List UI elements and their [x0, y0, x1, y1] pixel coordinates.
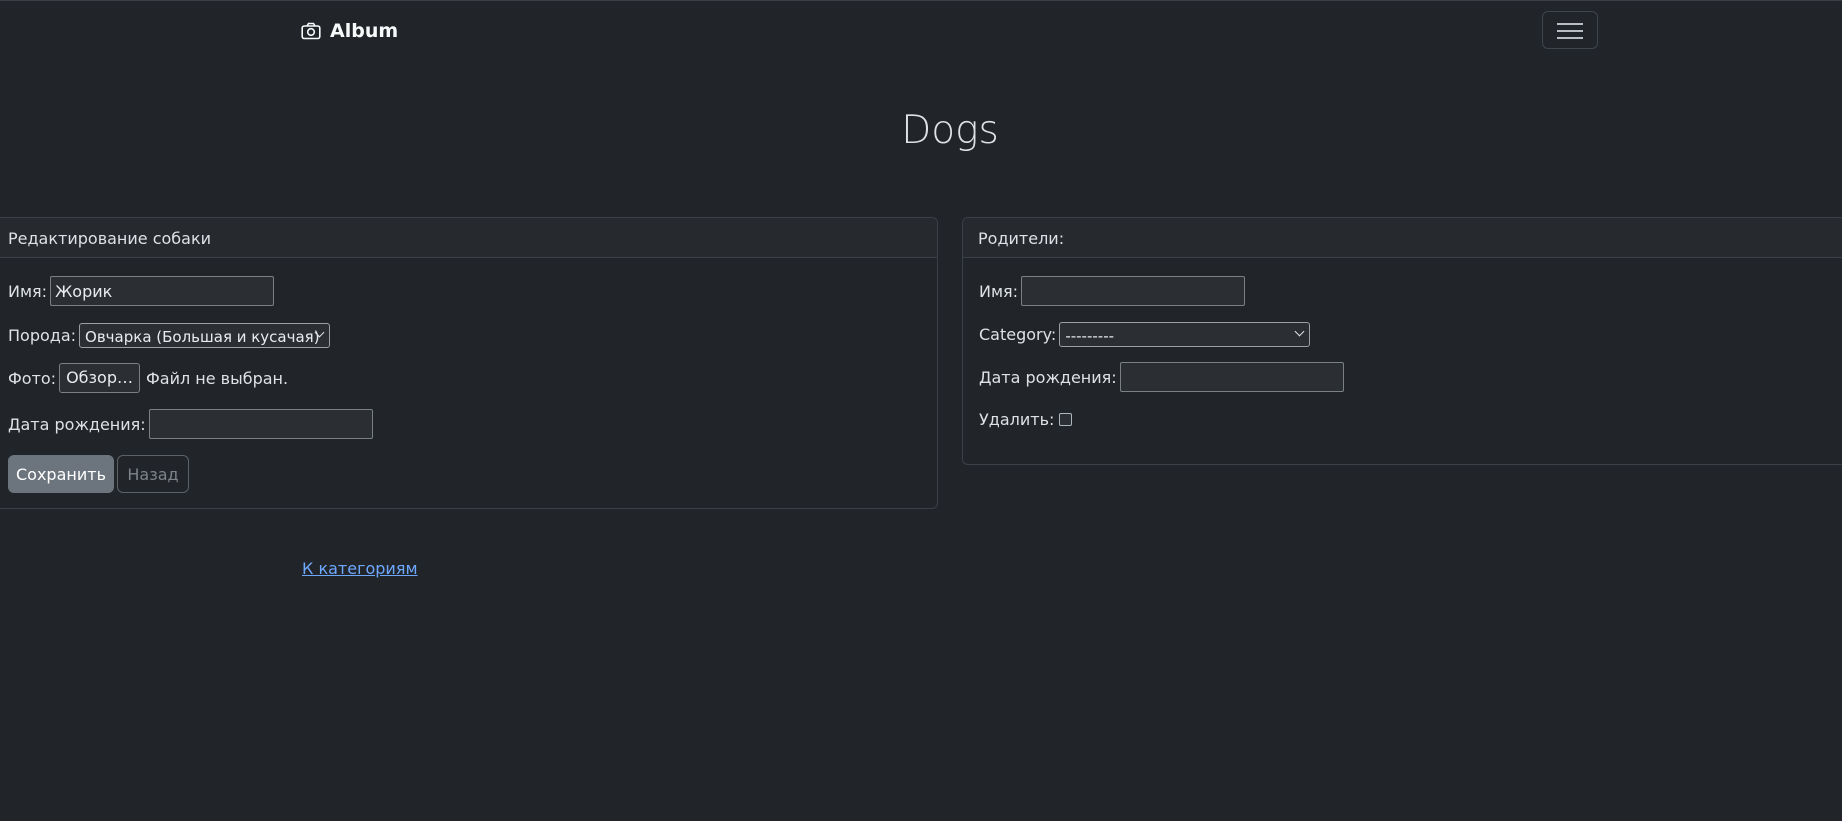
brand-label: Album	[330, 20, 399, 42]
category-select[interactable]: ---------	[1059, 322, 1311, 347]
breed-row: Порода: Овчарка (Большая и кусачая)	[8, 323, 331, 348]
category-selected-value: ---------	[1065, 326, 1115, 345]
photo-status: Файл не выбран.	[145, 368, 289, 388]
edit-dog-card: Редактирование собаки Имя: Порода: Овчар…	[0, 217, 938, 509]
breed-label: Порода:	[8, 326, 77, 345]
category-label: Category:	[979, 325, 1057, 344]
name-input[interactable]	[50, 276, 275, 306]
page-title: Dogs	[901, 108, 999, 153]
categories-link[interactable]: К категориям	[302, 559, 418, 578]
parents-card: Родители: Имя: Category: --------- Дата …	[962, 217, 1842, 465]
photo-row: Фото: Обзор… Файл не выбран.	[8, 363, 288, 393]
parent-name-label: Имя:	[979, 281, 1019, 301]
name-row: Имя:	[8, 276, 275, 306]
navbar-toggler-button[interactable]	[1542, 11, 1598, 49]
parent-name-row: Имя:	[979, 276, 1246, 306]
edit-dog-card-header: Редактирование собаки	[0, 218, 937, 258]
delete-row: Удалить:	[979, 410, 1073, 429]
category-row: Category: ---------	[979, 322, 1311, 347]
birth-date-input[interactable]	[148, 409, 373, 439]
delete-checkbox[interactable]	[1059, 413, 1073, 426]
name-label: Имя:	[8, 281, 48, 301]
parent-birth-date-label: Дата рождения:	[979, 367, 1117, 387]
save-button[interactable]: Сохранить	[8, 455, 114, 493]
parents-card-header: Родители:	[963, 218, 1842, 258]
delete-label: Удалить:	[979, 410, 1055, 429]
parent-birth-date-row: Дата рождения:	[979, 362, 1344, 392]
parent-birth-date-input[interactable]	[1119, 362, 1344, 392]
chevron-down-icon	[1294, 326, 1305, 337]
parent-name-input[interactable]	[1021, 276, 1246, 306]
photo-label: Фото:	[8, 368, 57, 388]
birth-date-label: Дата рождения:	[8, 414, 146, 434]
brand-link[interactable]: Album	[301, 18, 398, 44]
navbar: Album	[0, 0, 1842, 59]
birth-date-row: Дата рождения:	[8, 409, 373, 439]
breed-select[interactable]: Овчарка (Большая и кусачая)	[79, 323, 331, 348]
breed-selected-value: Овчарка (Большая и кусачая)	[85, 327, 320, 346]
back-button[interactable]: Назад	[117, 455, 189, 493]
photo-browse-button[interactable]: Обзор…	[59, 363, 140, 393]
camera-icon	[301, 22, 321, 40]
